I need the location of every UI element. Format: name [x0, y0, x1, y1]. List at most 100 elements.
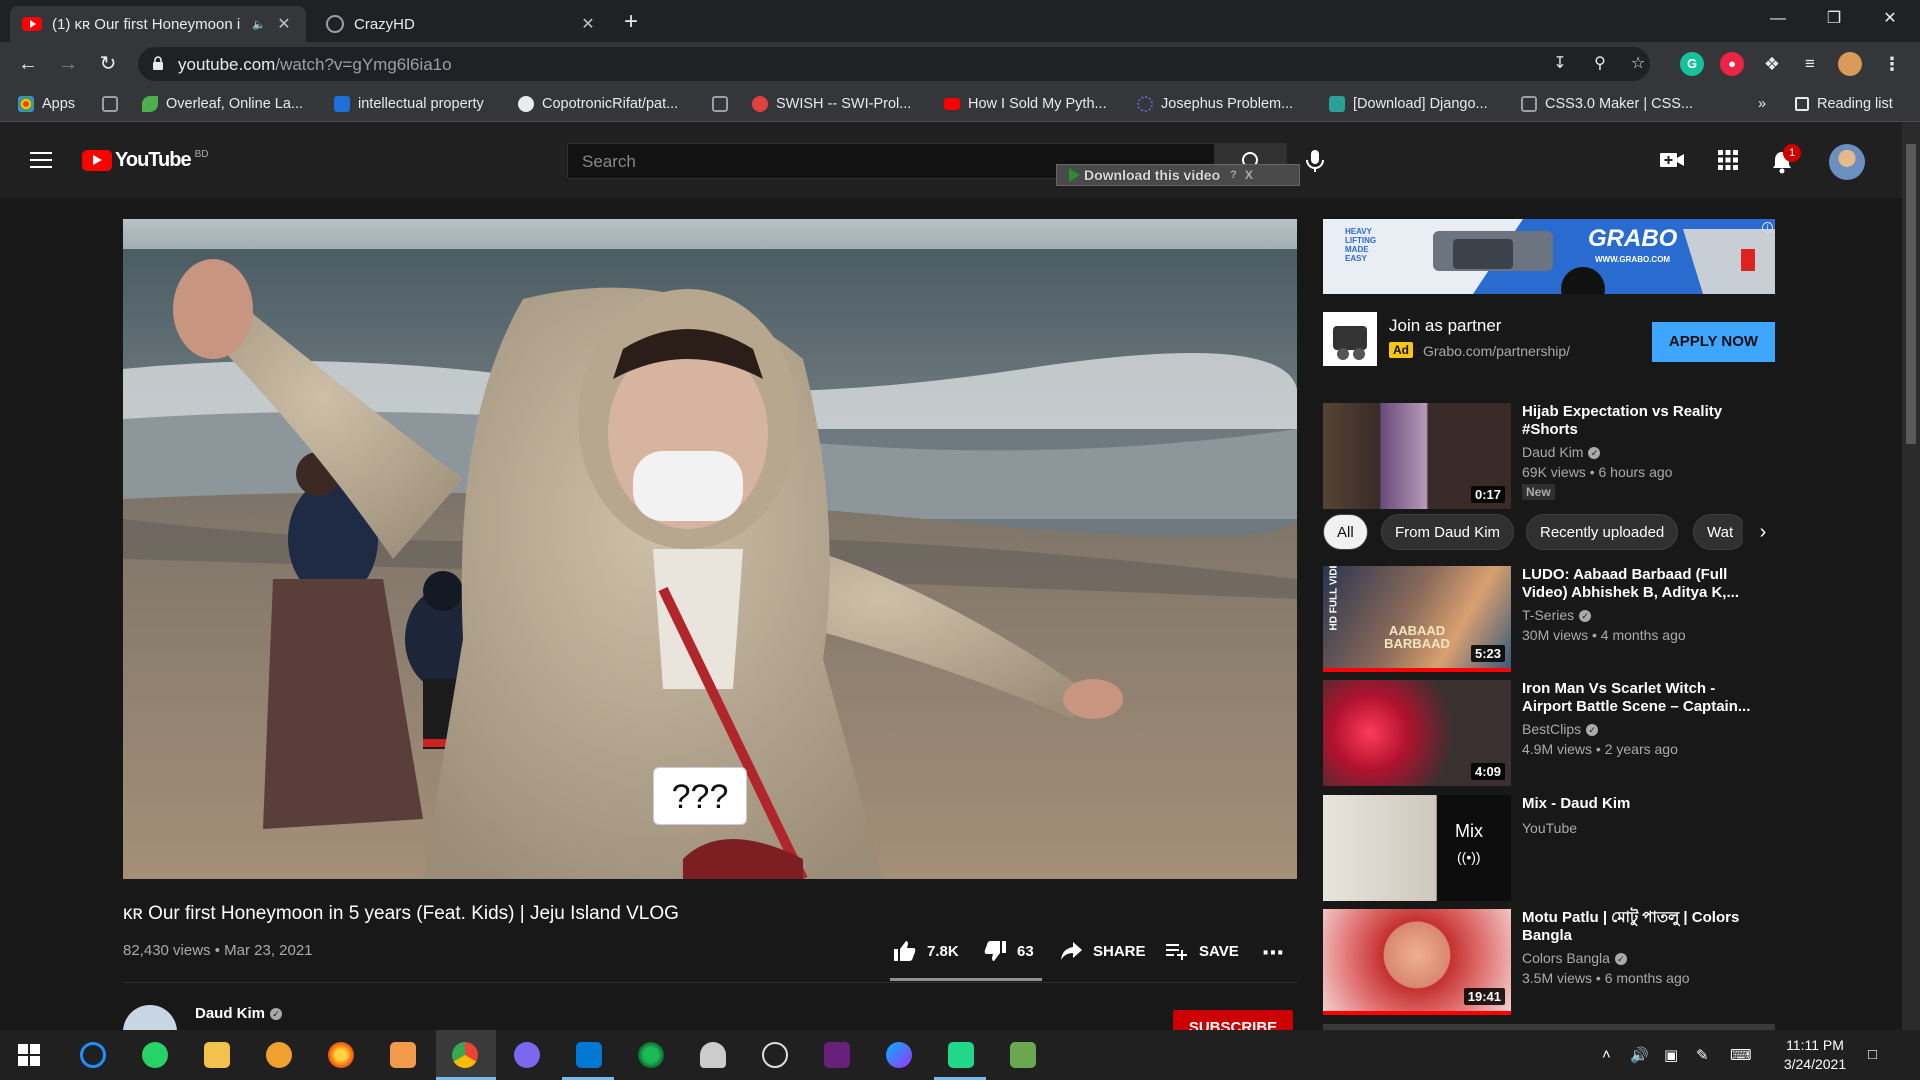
video-player[interactable]: ???: [123, 219, 1297, 879]
notification-count-badge: 1: [1783, 144, 1801, 162]
pycharm-icon[interactable]: [948, 1042, 974, 1068]
media-queue-icon[interactable]: ≡: [1798, 52, 1822, 76]
tab-youtube[interactable]: (1) ᴋʀ Our first Honeymoon i 🔈 ✕: [10, 6, 306, 42]
ad-banner-image[interactable]: HEAVY LIFTING MADE EASY GRABO WWW.GRABO.COM…: [1323, 219, 1775, 294]
ad-product-thumbnail: [1323, 312, 1377, 366]
bookmark-label: Josephus Problem...: [1161, 96, 1294, 112]
video-duration: 4:09: [1470, 763, 1505, 780]
back-icon[interactable]: ←: [12, 48, 44, 80]
download-video-bar[interactable]: Download this video ? X: [1056, 164, 1300, 186]
download-help-icon[interactable]: ?: [1230, 169, 1237, 181]
ad-info-icon[interactable]: i: [1762, 222, 1773, 233]
apps-grid-icon[interactable]: [1718, 150, 1738, 170]
recommended-video[interactable]: HD FULL VIDEO AABAAD BARBAAD 5:23 LUDO: …: [1323, 566, 1783, 672]
windows-start-icon[interactable]: [18, 1044, 40, 1066]
save-button[interactable]: SAVE: [1165, 940, 1239, 962]
puzzle-extensions-icon[interactable]: ❖: [1760, 52, 1784, 76]
app-icon[interactable]: [638, 1042, 664, 1068]
channel-name[interactable]: Daud Kim ✓: [195, 1005, 283, 1022]
bookmark-github-patent[interactable]: CopotronicRifat/pat...: [518, 94, 678, 114]
recommended-video[interactable]: 0:17 Hijab Expectation vs Reality #Short…: [1323, 403, 1783, 509]
minimize-icon[interactable]: —: [1750, 0, 1806, 40]
address-bar[interactable]: youtube.com/watch?v=gYmg6l6ia1o ↧ ⚲ ☆: [138, 47, 1650, 81]
bookmark-swish[interactable]: SWISH -- SWI-Prol...: [752, 94, 911, 114]
vscode-icon[interactable]: [576, 1042, 602, 1068]
like-button[interactable]: 7.8K: [893, 940, 959, 962]
chip-watched[interactable]: Wat: [1693, 514, 1748, 550]
bookmark-apps[interactable]: Apps: [18, 94, 75, 114]
bookmark-css-maker[interactable]: CSS3.0 Maker | CSS...: [1521, 94, 1693, 114]
file-explorer-icon[interactable]: [204, 1042, 230, 1068]
chip-recently-uploaded[interactable]: Recently uploaded: [1526, 514, 1679, 550]
volume-icon[interactable]: 🔊: [1630, 1046, 1649, 1064]
github-desktop-icon[interactable]: [514, 1042, 540, 1068]
youtube-logo[interactable]: YouTube BD: [82, 149, 208, 172]
sublime-icon[interactable]: [390, 1042, 416, 1068]
bookmark-overleaf[interactable]: Overleaf, Online La...: [142, 94, 303, 114]
bookmark-globe[interactable]: [102, 94, 118, 114]
close-window-icon[interactable]: ✕: [1862, 0, 1918, 40]
install-app-icon[interactable]: ↧: [1550, 54, 1570, 74]
globe-icon: [102, 96, 118, 112]
microphone-icon[interactable]: [1304, 148, 1326, 174]
scrollbar-thumb[interactable]: [1906, 144, 1916, 444]
recommended-video[interactable]: 4:09 Iron Man Vs Scarlet Witch - Airport…: [1323, 680, 1783, 786]
whatsapp-icon[interactable]: [142, 1042, 168, 1068]
audio-muted-icon[interactable]: 🔈: [252, 18, 266, 31]
grammarly-extension-icon[interactable]: G: [1680, 52, 1704, 76]
verified-check-icon: ✓: [1588, 447, 1601, 460]
forward-icon[interactable]: →: [52, 48, 84, 80]
github-icon: [518, 96, 534, 112]
app-icon[interactable]: [700, 1042, 726, 1068]
show-hidden-icons-chevron-icon[interactable]: ˄: [1602, 1046, 1611, 1063]
system-clock[interactable]: 11:11 PM 3/24/2021: [1770, 1036, 1860, 1074]
new-tab-button[interactable]: +: [624, 8, 638, 36]
notification-center-icon[interactable]: □: [1868, 1046, 1877, 1063]
reload-icon[interactable]: ↻: [92, 48, 124, 80]
account-avatar[interactable]: [1829, 144, 1865, 180]
banner-tagline: HEAVY LIFTING MADE EASY: [1345, 227, 1377, 263]
tab-crazyhd[interactable]: CrazyHD ✕: [314, 6, 610, 42]
visual-studio-icon[interactable]: [824, 1042, 850, 1068]
more-actions-icon[interactable]: ⋯: [1262, 940, 1284, 966]
bookmark-josephus[interactable]: Josephus Problem...: [1137, 94, 1293, 114]
create-video-icon[interactable]: [1659, 150, 1685, 170]
recommended-mix[interactable]: Mix ((•)) Mix - Daud Kim YouTube: [1323, 795, 1783, 901]
apply-now-button[interactable]: APPLY NOW: [1652, 322, 1775, 362]
brave-shield-icon[interactable]: [266, 1042, 292, 1068]
bookmark-youtube-video[interactable]: How I Sold My Pyth...: [944, 94, 1107, 114]
messenger-icon[interactable]: [886, 1042, 912, 1068]
satellite-dish-icon[interactable]: [762, 1042, 788, 1068]
app-icon[interactable]: [1010, 1042, 1036, 1068]
keyboard-icon[interactable]: ⌨: [1730, 1046, 1752, 1064]
pen-icon[interactable]: ✎: [1696, 1046, 1709, 1064]
share-button[interactable]: SHARE: [1059, 940, 1146, 962]
restore-icon[interactable]: ❐: [1806, 0, 1862, 40]
search-app-icon[interactable]: [80, 1042, 106, 1068]
close-tab-icon[interactable]: ✕: [274, 14, 294, 34]
profile-avatar[interactable]: [1838, 52, 1862, 76]
related-filter-chips: All From Daud Kim Recently uploaded Wat …: [1323, 514, 1783, 550]
reading-list-button[interactable]: Reading list: [1795, 94, 1893, 114]
more-bookmarks-button[interactable]: »: [1758, 94, 1766, 114]
browser-tab-strip: (1) ᴋʀ Our first Honeymoon i 🔈 ✕ CrazyHD…: [0, 0, 1920, 42]
bookmark-django[interactable]: [Download] Django...: [1329, 94, 1488, 114]
menu-icon[interactable]: [30, 152, 52, 168]
chip-all[interactable]: All: [1323, 514, 1368, 550]
dislike-button[interactable]: 63: [983, 940, 1034, 962]
chrome-menu-icon[interactable]: ⋮: [1880, 52, 1904, 76]
chrome-icon[interactable]: [452, 1042, 478, 1068]
recommended-video[interactable]: 19:41 Motu Patlu | মোটু পাতলু | Colors B…: [1323, 909, 1783, 1015]
firefox-icon[interactable]: [328, 1042, 354, 1068]
close-tab-icon[interactable]: ✕: [578, 14, 598, 34]
extension-icon[interactable]: ●: [1720, 52, 1744, 76]
subscribe-button[interactable]: SUBSCRIBE: [1173, 1010, 1293, 1030]
bookmark-star-icon[interactable]: ☆: [1628, 54, 1648, 74]
download-close-icon[interactable]: X: [1245, 168, 1253, 182]
chip-from-daud-kim[interactable]: From Daud Kim: [1381, 514, 1515, 550]
bookmark-intellectual-property[interactable]: intellectual property: [334, 94, 484, 114]
network-icon[interactable]: ▣: [1664, 1046, 1678, 1064]
bookmark-globe-2[interactable]: [712, 94, 728, 114]
zoom-icon[interactable]: ⚲: [1590, 54, 1610, 74]
chevron-right-icon[interactable]: ›: [1743, 514, 1783, 550]
